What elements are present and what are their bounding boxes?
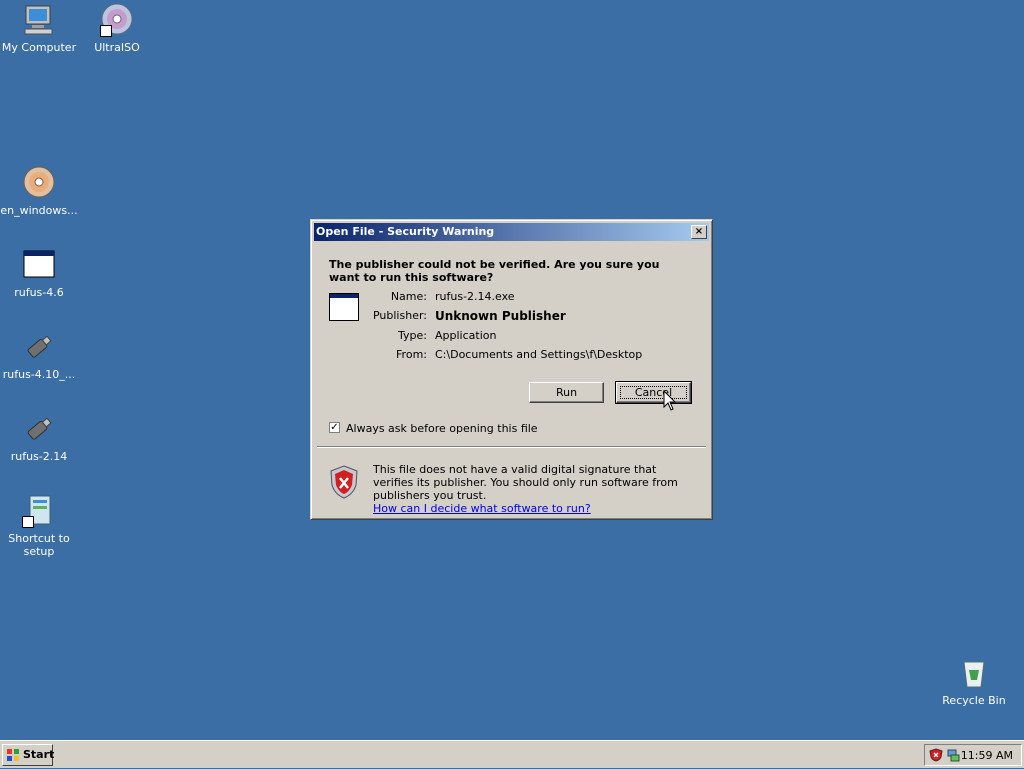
desktop-icon-label: UltraISO — [94, 41, 140, 54]
recycle-bin-icon — [957, 656, 991, 690]
desktop-icon-rufus-4-6[interactable]: rufus-4.6 — [0, 248, 78, 299]
usb-drive-icon — [22, 330, 56, 364]
shortcut-arrow-icon — [100, 25, 112, 37]
desktop-icon-en-windows[interactable]: en_windows... — [0, 166, 78, 217]
security-warning-dialog: Open File - Security Warning × The publi… — [310, 219, 713, 520]
always-ask-label[interactable]: Always ask before opening this file — [346, 422, 538, 435]
disc-icon — [22, 166, 56, 200]
info-row-type: Type: Application — [363, 329, 703, 345]
desktop-icon-ultraiso[interactable]: UltraISO — [78, 3, 156, 54]
start-label: Start — [23, 748, 55, 761]
cancel-button[interactable]: Cancel — [615, 381, 692, 404]
clock[interactable]: 11:59 AM — [961, 749, 1013, 762]
start-button[interactable]: Start — [2, 744, 55, 766]
security-shield-icon[interactable] — [929, 748, 943, 762]
application-window-icon — [329, 293, 359, 321]
windows-logo-icon — [6, 748, 20, 762]
always-ask-checkbox[interactable]: ✓ — [329, 422, 340, 433]
desktop-icon-label: rufus-2.14 — [10, 450, 68, 463]
application-window-icon — [22, 248, 56, 282]
desktop-icon-label: rufus-4.6 — [14, 286, 64, 299]
network-icon[interactable] — [946, 748, 960, 762]
desktop-icon-rufus-2-14[interactable]: rufus-2.14 — [0, 412, 78, 463]
mouse-pointer-icon — [663, 389, 677, 412]
publisher-value: Unknown Publisher — [435, 309, 566, 323]
publisher-label: Publisher: — [372, 309, 427, 322]
setup-shortcut-icon — [22, 494, 56, 528]
type-label: Type: — [398, 329, 427, 342]
type-value: Application — [435, 329, 497, 342]
separator — [317, 446, 706, 448]
disc-icon — [100, 3, 134, 37]
desktop-icon-rufus-4-10[interactable]: rufus-4.10_... — [0, 330, 78, 381]
desktop-icon-label: Recycle Bin — [942, 694, 1006, 707]
desktop-icon-my-computer[interactable]: My Computer — [0, 3, 78, 54]
desktop-icon-label: My Computer — [1, 41, 77, 54]
usb-drive-icon — [22, 412, 56, 446]
desktop-icon-label: en_windows... — [0, 204, 78, 217]
name-value: rufus-2.14.exe — [435, 290, 515, 303]
warning-text: This file does not have a valid digital … — [373, 463, 678, 502]
shortcut-arrow-icon — [22, 516, 34, 528]
publisher-question: The publisher could not be verified. Are… — [329, 258, 660, 284]
desktop-icon-label: Shortcut to setup — [8, 532, 70, 558]
from-label: From: — [396, 348, 427, 361]
system-tray: 11:59 AM — [924, 744, 1022, 766]
from-value: C:\Documents and Settings\f\Desktop — [435, 348, 643, 361]
name-label: Name: — [390, 290, 427, 303]
info-row-name: Name: rufus-2.14.exe — [363, 290, 703, 306]
info-row-from: From: C:\Documents and Settings\f\Deskto… — [363, 348, 703, 364]
desktop: My Computer UltraISO en_windows... rufus… — [0, 0, 1024, 740]
dialog-title: Open File - Security Warning — [316, 225, 495, 238]
desktop-icon-label: rufus-4.10_... — [2, 368, 76, 381]
help-link[interactable]: How can I decide what software to run? — [373, 502, 693, 515]
taskbar: Start 11:59 AM — [0, 740, 1024, 768]
close-icon: × — [694, 226, 704, 237]
shield-warning-icon — [329, 465, 359, 499]
dialog-titlebar[interactable]: Open File - Security Warning × — [314, 223, 709, 241]
desktop-icon-recycle-bin[interactable]: Recycle Bin — [935, 656, 1013, 707]
desktop-icon-shortcut-to-setup[interactable]: Shortcut to setup — [0, 494, 78, 558]
warning-message: This file does not have a valid digital … — [373, 463, 693, 515]
close-button[interactable]: × — [691, 225, 707, 239]
info-row-publisher: Publisher: Unknown Publisher — [363, 309, 703, 325]
computer-icon — [22, 3, 56, 37]
run-button[interactable]: Run — [529, 382, 604, 403]
